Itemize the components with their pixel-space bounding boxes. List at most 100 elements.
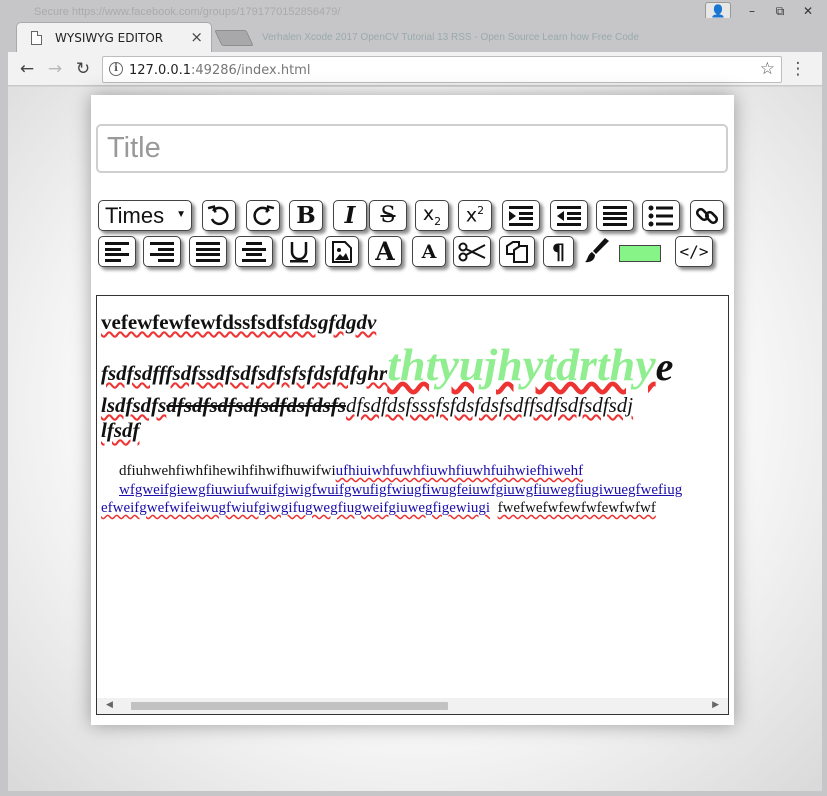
tab-wysiwyg-editor[interactable]: WYSIWYG EDITOR ×	[16, 22, 212, 52]
text-italic-run: fsdfsdfffsdfssdfsdfsdfsfsfdsfdfghr	[101, 361, 388, 385]
content-link-3[interactable]: efweifgwefwifeiwugfwiufgiwgifugwegfiugwe…	[101, 500, 490, 516]
text-plain-run: dfiuhwehfiwhfihewihfihwifhuwifwi	[119, 463, 336, 479]
window-frame-right	[822, 52, 827, 796]
text-italic-plain-run: dfsdfdsfsssfsfdsfdsfsdffsdfsdfsdfsdj	[346, 393, 634, 417]
page-icon	[31, 31, 42, 45]
insert-image-icon	[332, 240, 352, 263]
align-right-button[interactable]	[143, 236, 181, 267]
outdent-icon	[557, 205, 581, 226]
text-italic-run-2: lsdfsdfs	[101, 393, 167, 417]
font-size-increase-icon: A	[375, 237, 395, 266]
bookmark-star-icon[interactable]: ☆	[760, 59, 775, 79]
justify-icon	[196, 241, 220, 262]
copy-icon	[506, 240, 528, 263]
paint-brush-icon[interactable]	[583, 236, 611, 266]
chevron-down-icon: ▼	[176, 209, 186, 220]
font-size-decrease-button[interactable]: A	[412, 236, 446, 267]
insert-image-button[interactable]	[325, 236, 359, 267]
subscript-button[interactable]: x2	[415, 200, 449, 231]
ordered-list-icon	[603, 205, 627, 226]
superscript-icon: x2	[465, 204, 485, 227]
font-family-select[interactable]: Times ▼	[98, 200, 192, 231]
superscript-button[interactable]: x2	[458, 200, 492, 231]
paragraph-button[interactable]: ¶	[543, 236, 574, 267]
align-center-button[interactable]	[235, 236, 273, 267]
copy-button[interactable]	[499, 236, 535, 267]
tab-strip: WYSIWYG EDITOR × Verhalen Xcode 2017 Ope…	[0, 18, 827, 52]
subscript-icon: x2	[422, 203, 442, 228]
outdent-button[interactable]	[550, 200, 588, 231]
align-left-button[interactable]	[98, 236, 136, 267]
link-icon	[695, 207, 719, 224]
align-left-icon	[105, 241, 129, 262]
indent-button[interactable]	[502, 200, 540, 231]
undo-button[interactable]	[202, 200, 236, 231]
content-paragraph-line-2: wfgweifgiewgfiuwiufwuifgiwigfwuifgwufigf…	[101, 482, 682, 499]
unordered-list-icon	[648, 205, 673, 226]
text-bold-italic-run: dsgfdgdv	[299, 310, 377, 334]
align-center-icon	[242, 241, 266, 262]
content-line-1: vefewfewfewfdssfsdfsfdsgfdgdv	[101, 310, 376, 335]
color-swatch[interactable]	[619, 245, 661, 262]
italic-icon: I	[344, 202, 356, 229]
strikethrough-button[interactable]: S	[369, 200, 407, 231]
link-button[interactable]	[690, 200, 724, 231]
indent-icon	[509, 205, 533, 226]
url-path: :49286/index.html	[191, 63, 311, 78]
url-text: 127.0.0.1:49286/index.html	[129, 63, 310, 78]
back-arrow-icon[interactable]: ←	[16, 58, 38, 80]
browser-menu-icon[interactable]: ⋮	[788, 59, 808, 79]
forward-arrow-icon[interactable]: →	[44, 58, 66, 80]
scrollbar-thumb[interactable]	[131, 702, 448, 710]
text-bold-run: vefewfewfewfdssfsdfsf	[101, 310, 300, 334]
text-green-large-run: thtyujhytdrthy	[387, 339, 656, 390]
underline-icon	[290, 241, 308, 262]
align-right-icon	[150, 241, 174, 262]
new-tab-button[interactable]	[214, 30, 254, 46]
undo-icon	[207, 204, 229, 225]
content-line-3: lsdfsdfsdfsdfsdfsdfsdfdsfdsfsdfsdfdsfsss…	[101, 393, 633, 418]
font-family-value: Times	[105, 202, 165, 228]
horizontal-scrollbar[interactable]: ◀ ▶	[97, 698, 728, 714]
scroll-right-arrow-icon[interactable]: ▶	[712, 700, 719, 710]
tab-close-icon[interactable]: ×	[190, 28, 203, 46]
text-large-run: e	[655, 344, 674, 389]
title-input[interactable]: Title	[96, 124, 728, 173]
strikethrough-icon: S	[380, 203, 396, 228]
content-paragraph-line-1: dfiuhwehfiwhfihewihfihwifhuwifwiufhiuiwh…	[119, 463, 583, 480]
info-icon[interactable]: i	[109, 62, 123, 76]
content-link-1[interactable]: ufhiuiwhfuwhfiuwhfiuwhfuihwiefhiwehf	[336, 463, 583, 479]
content-paragraph-line-3: efweifgwefwifeiwugfwiufgiwgifugwegfiugwe…	[101, 500, 656, 517]
scroll-left-arrow-icon[interactable]: ◀	[106, 700, 113, 710]
editor-content-area[interactable]: vefewfewfewfdssfsdfsfdsgfdgdv fsdfsdfffs…	[96, 295, 729, 715]
justify-button[interactable]	[189, 236, 227, 267]
editor-card: Title Times ▼ B I S x2 x2 A A ¶ </> vefe…	[91, 95, 734, 725]
font-size-increase-button[interactable]: A	[368, 236, 402, 267]
unordered-list-button[interactable]	[642, 200, 680, 231]
text-tail-run: fwefwefwfewfwfewfwfwf	[497, 500, 656, 516]
html-source-icon: </>	[679, 242, 709, 261]
content-link-2[interactable]: wfgweifgiewgfiuwiufwuifgiwigfwuifgwufigf…	[101, 482, 682, 498]
font-size-decrease-icon: A	[421, 240, 437, 263]
browser-toolbar: ← → ↻ i 127.0.0.1:49286/index.html ☆ ⋮	[0, 52, 827, 86]
redo-icon	[253, 204, 275, 225]
content-line-2: fsdfsdfffsdfssdfsdfsdfsfsfdsfdfghrthtyuj…	[101, 339, 673, 399]
html-source-button[interactable]: </>	[675, 236, 713, 267]
reload-icon[interactable]: ↻	[72, 58, 94, 80]
redo-button[interactable]	[246, 200, 280, 231]
address-bar[interactable]: i 127.0.0.1:49286/index.html ☆	[102, 56, 782, 83]
background-tabs-text: Verhalen Xcode 2017 OpenCV Tutorial 13 R…	[262, 32, 639, 43]
url-host: 127.0.0.1	[129, 63, 192, 78]
paragraph-icon: ¶	[551, 239, 566, 264]
tab-title: WYSIWYG EDITOR	[55, 31, 164, 45]
window-frame-bottom	[0, 791, 827, 796]
italic-button[interactable]: I	[333, 200, 367, 231]
titlebar-ghost-text: Secure https://www.facebook.com/groups/1…	[34, 6, 341, 18]
bold-button[interactable]: B	[289, 200, 323, 231]
text-strikethrough-run: dfsdfsdfsdfsdfdsfdsfs	[166, 393, 347, 417]
ordered-list-button[interactable]	[596, 200, 634, 231]
cut-button[interactable]	[453, 236, 491, 267]
underline-button[interactable]	[282, 236, 316, 267]
cut-icon	[458, 242, 486, 261]
content-line-4: lfsdf	[101, 418, 140, 443]
